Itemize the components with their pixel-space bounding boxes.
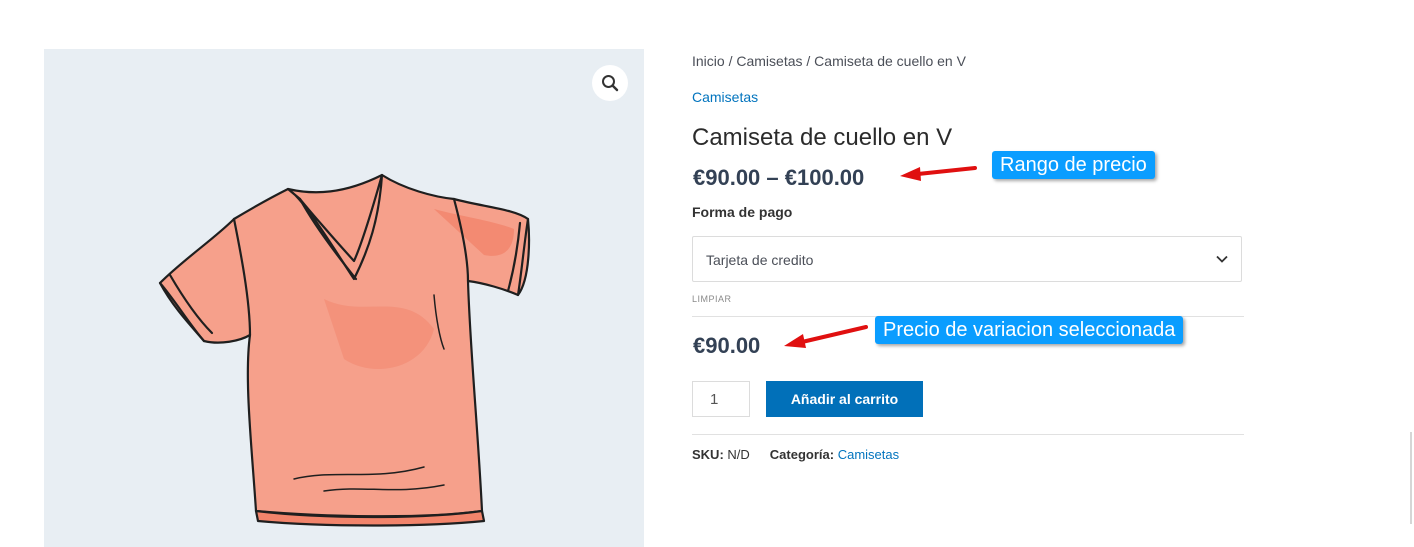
- variation-price: €90.00: [693, 333, 761, 358]
- product-category-link[interactable]: Camisetas: [692, 89, 758, 105]
- breadcrumb-current: Camiseta de cuello en V: [814, 53, 966, 69]
- breadcrumb-separator: /: [802, 53, 815, 69]
- zoom-button[interactable]: [592, 65, 628, 101]
- product-image[interactable]: [44, 49, 644, 547]
- sku-label: SKU:: [692, 447, 724, 462]
- product-meta: SKU: N/D Categoría: Camisetas: [692, 447, 899, 462]
- price-range: €90.00 – €100.00: [693, 165, 865, 190]
- arrow-variation-price: [784, 325, 868, 348]
- breadcrumb: Inicio / Camisetas / Camiseta de cuello …: [692, 53, 966, 69]
- payment-method-select[interactable]: Tarjeta de credito: [692, 236, 1242, 282]
- category-label: Categoría:: [769, 447, 835, 462]
- meta-category-link[interactable]: Camisetas: [838, 447, 899, 462]
- price-range-callout: Rango de precio: [992, 151, 1155, 179]
- variation-price-callout: Precio de variacion seleccionada: [875, 316, 1184, 344]
- breadcrumb-separator: /: [724, 53, 737, 69]
- breadcrumb-home[interactable]: Inicio: [692, 53, 725, 69]
- search-icon: [602, 75, 619, 92]
- select-value: Tarjeta de credito: [706, 252, 814, 268]
- scrollbar[interactable]: [1410, 432, 1412, 524]
- product-title: Camiseta de cuello en V: [692, 124, 953, 151]
- arrow-price-range: [900, 166, 977, 181]
- tshirt-image: [158, 173, 531, 527]
- sku-value: N/D: [727, 447, 750, 462]
- reset-variations-link[interactable]: LIMPIAR: [692, 294, 732, 304]
- variation-label: Forma de pago: [692, 204, 793, 220]
- quantity-input[interactable]: [692, 381, 750, 417]
- chevron-down-icon: [1216, 255, 1228, 263]
- add-to-cart-button[interactable]: Añadir al carrito: [766, 381, 923, 417]
- product-page: Inicio / Camisetas / Camiseta de cuello …: [0, 0, 1414, 547]
- breadcrumb-category[interactable]: Camisetas: [736, 53, 802, 69]
- divider: [692, 434, 1244, 435]
